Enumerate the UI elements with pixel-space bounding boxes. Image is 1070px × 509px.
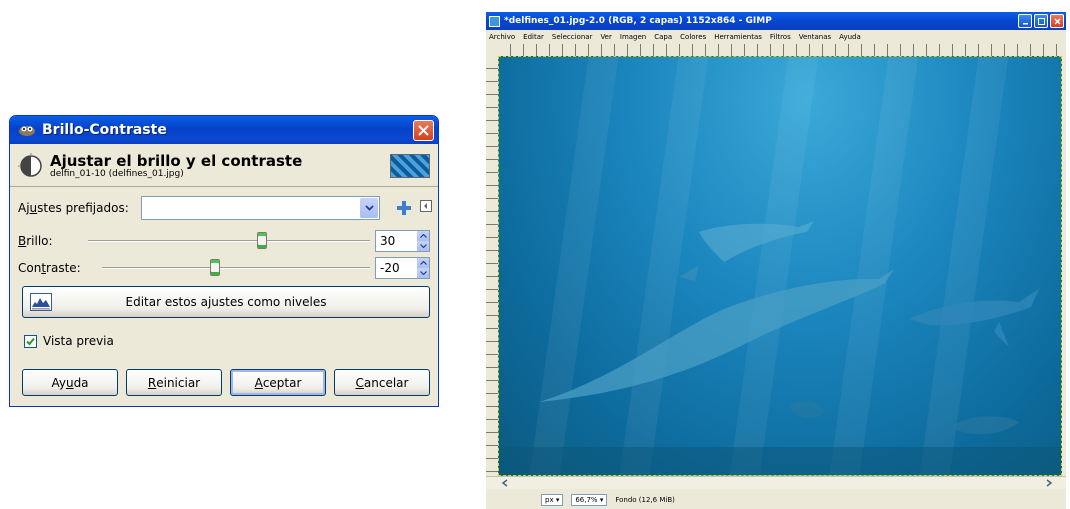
preview-label[interactable]: Vista previa bbox=[43, 334, 114, 348]
gimp-window-icon bbox=[489, 15, 500, 27]
contrast-value: -20 bbox=[380, 261, 400, 275]
minimize-button[interactable] bbox=[1018, 14, 1032, 28]
brightness-contrast-dialog: Brillo-Contraste Ajustar el brillo y el … bbox=[9, 115, 439, 407]
header-title: Ajustar el brillo y el contraste bbox=[50, 151, 303, 170]
chevron-up-icon bbox=[419, 234, 427, 238]
brightness-contrast-icon bbox=[18, 153, 42, 177]
menu-colores[interactable]: Colores bbox=[680, 33, 706, 41]
gimp-wilber-icon bbox=[18, 123, 36, 137]
contrast-row: Contraste: -20 bbox=[18, 256, 430, 280]
preset-menu-icon[interactable] bbox=[420, 200, 432, 212]
brightness-spinbox[interactable]: 30 bbox=[375, 230, 430, 252]
brightness-decrement[interactable] bbox=[417, 241, 429, 251]
dialog-title: Brillo-Contraste bbox=[42, 122, 167, 138]
menu-herramientas[interactable]: Herramientas bbox=[714, 33, 762, 41]
chevron-down-icon bbox=[419, 244, 427, 248]
close-button[interactable] bbox=[413, 119, 434, 141]
chevron-down-icon bbox=[419, 271, 427, 275]
brightness-slider[interactable] bbox=[88, 240, 370, 242]
reset-button[interactable]: Reiniciar bbox=[126, 369, 222, 396]
menu-archivo[interactable]: Archivo bbox=[489, 33, 515, 41]
brightness-slider-handle[interactable] bbox=[257, 232, 268, 249]
contrast-spinbox[interactable]: -20 bbox=[375, 257, 430, 279]
contrast-slider-handle[interactable] bbox=[209, 259, 220, 276]
brightness-label: Brillo: bbox=[18, 234, 53, 248]
contrast-increment[interactable] bbox=[417, 258, 429, 268]
menu-ayuda[interactable]: Ayuda bbox=[839, 33, 861, 41]
image-thumbnail bbox=[390, 154, 430, 178]
zoom-selector[interactable]: 66,7% ▾ bbox=[571, 493, 608, 506]
header-subtitle: delfin_01-10 (delfines_01.jpg) bbox=[50, 168, 184, 179]
layer-status: Fondo (12,6 MiB) bbox=[615, 495, 675, 504]
add-preset-icon[interactable] bbox=[396, 200, 412, 216]
contrast-label: Contraste: bbox=[18, 261, 81, 275]
gimp-close-button[interactable] bbox=[1050, 14, 1064, 28]
menu-ver[interactable]: Ver bbox=[600, 33, 611, 41]
menu-imagen[interactable]: Imagen bbox=[620, 33, 646, 41]
gimp-titlebar[interactable]: *delfines_01.jpg-2.0 (RGB, 2 capas) 1152… bbox=[486, 12, 1066, 30]
preview-checkbox[interactable] bbox=[24, 335, 37, 348]
edit-as-levels-button[interactable]: Editar estos ajustes como niveles bbox=[22, 286, 430, 318]
dialog-header: Ajustar el brillo y el contraste delfin_… bbox=[10, 144, 438, 187]
presets-row: Ajustes prefijados: bbox=[18, 196, 432, 220]
chevron-up-icon bbox=[419, 261, 427, 265]
image-canvas[interactable] bbox=[498, 56, 1062, 476]
menu-filtros[interactable]: Filtros bbox=[770, 33, 791, 41]
minimize-icon bbox=[1022, 22, 1028, 24]
maximize-icon bbox=[1037, 17, 1045, 25]
gimp-image-window: *delfines_01.jpg-2.0 (RGB, 2 capas) 1152… bbox=[486, 12, 1066, 509]
horizontal-scrollbar[interactable] bbox=[486, 476, 1066, 489]
unit-selector[interactable]: px ▾ bbox=[541, 493, 564, 506]
close-icon bbox=[418, 124, 429, 136]
help-button[interactable]: Ay u da bbox=[22, 369, 118, 396]
brightness-row: Brillo: 30 bbox=[18, 229, 430, 253]
gimp-statusbar: px ▾ 66,7% ▾ Fondo (12,6 MiB) bbox=[486, 490, 1066, 509]
maximize-button[interactable] bbox=[1034, 14, 1048, 28]
scroll-right-icon bbox=[1046, 479, 1053, 487]
cancel-button[interactable]: Cancelar bbox=[334, 369, 430, 396]
contrast-slider[interactable] bbox=[102, 267, 370, 269]
edit-as-levels-label: Editar estos ajustes como niveles bbox=[125, 295, 327, 309]
ok-button[interactable]: Aceptar bbox=[230, 369, 326, 396]
chevron-down-icon bbox=[364, 205, 374, 211]
dialog-titlebar[interactable]: Brillo-Contraste bbox=[10, 116, 438, 144]
dolphins-photo bbox=[499, 221, 1061, 475]
presets-label: Ajustes prefijados: bbox=[18, 201, 129, 215]
menu-capa[interactable]: Capa bbox=[654, 33, 672, 41]
brightness-value: 30 bbox=[380, 234, 396, 248]
gimp-window-title: *delfines_01.jpg-2.0 (RGB, 2 capas) 1152… bbox=[504, 16, 772, 26]
menu-editar[interactable]: Editar bbox=[523, 33, 544, 41]
checkmark-icon bbox=[26, 337, 35, 346]
scroll-left-icon bbox=[501, 479, 508, 487]
menu-ventanas[interactable]: Ventanas bbox=[799, 33, 831, 41]
close-icon bbox=[1054, 18, 1060, 24]
presets-dropdown-button[interactable] bbox=[360, 198, 378, 218]
contrast-decrement[interactable] bbox=[417, 268, 429, 278]
levels-icon bbox=[30, 293, 52, 311]
brightness-increment[interactable] bbox=[417, 231, 429, 241]
gimp-menubar: Archivo Editar Seleccionar Ver Imagen Capa Col… bbox=[486, 30, 1066, 44]
presets-combo[interactable] bbox=[141, 196, 380, 220]
menu-seleccionar[interactable]: Seleccionar bbox=[552, 33, 593, 41]
